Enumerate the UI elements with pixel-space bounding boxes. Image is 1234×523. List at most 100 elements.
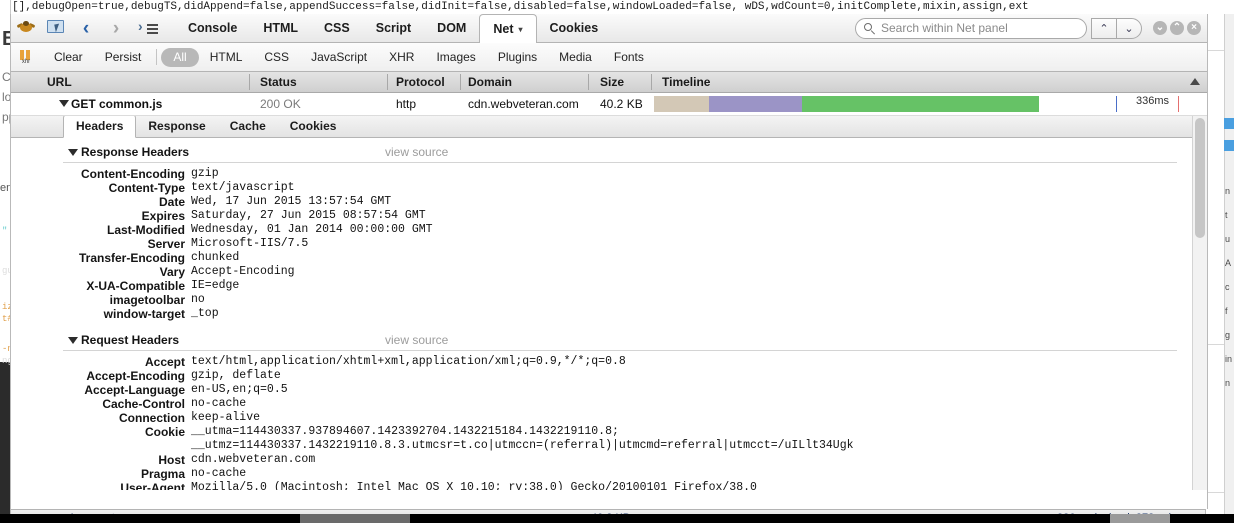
tab-html[interactable]: HTML <box>250 15 311 42</box>
bg-right-text-8: n <box>1225 378 1231 388</box>
tab-script[interactable]: Script <box>363 15 424 42</box>
filter-xhr[interactable]: XHR <box>378 48 425 67</box>
minimize-button[interactable]: ⌄ <box>1153 21 1167 35</box>
maximize-button[interactable]: ⌃ <box>1170 21 1184 35</box>
detail-tab-cache[interactable]: Cache <box>218 116 278 137</box>
xhr-indicator-icon[interactable]: xhr <box>17 49 35 66</box>
search-area: Search within Net panel ⌃ ⌄ ⌄ ⌃ × <box>855 17 1207 39</box>
persist-button[interactable]: Persist <box>94 48 153 67</box>
header-row: Cache-Control no-cache <box>63 397 1207 411</box>
clear-button[interactable]: Clear <box>43 48 94 67</box>
header-value: chunked <box>191 251 240 264</box>
header-name: Host <box>158 453 185 467</box>
filter-images[interactable]: Images <box>425 48 486 67</box>
detail-tab-response[interactable]: Response <box>136 116 217 137</box>
header-value: Microsoft-IIS/7.5 <box>191 237 309 250</box>
column-header-protocol[interactable]: Protocol <box>396 72 445 92</box>
command-line-icon[interactable]: › <box>131 15 165 41</box>
filter-html[interactable]: HTML <box>199 48 254 67</box>
dock-seg-4 <box>1110 514 1170 523</box>
row-url[interactable]: GET common.js <box>71 93 162 115</box>
header-name: Transfer-Encoding <box>78 251 185 265</box>
col-sep-5[interactable] <box>651 74 652 90</box>
chevron-down-icon[interactable]: ▾ <box>519 25 523 34</box>
col-sep-1[interactable] <box>249 74 250 90</box>
bg-right-text-6: g <box>1225 330 1231 340</box>
background-window-right: n t u A c f g in n <box>1206 14 1234 523</box>
header-name: Expires <box>141 209 185 223</box>
scroll-up-arrow-icon[interactable] <box>1190 78 1200 85</box>
search-input[interactable]: Search within Net panel <box>855 17 1087 39</box>
tab-css[interactable]: CSS <box>311 15 363 42</box>
header-name: Connection <box>119 411 185 425</box>
column-header-url[interactable]: URL <box>47 72 72 92</box>
search-next-button[interactable]: ⌄ <box>1116 17 1142 39</box>
header-name: Cache-Control <box>102 397 185 411</box>
view-source-link[interactable]: view source <box>385 332 448 349</box>
bg-right-text-4: c <box>1225 282 1230 292</box>
tab-net[interactable]: Net ▾ <box>479 14 537 43</box>
bg-right-rule-1 <box>1206 50 1224 51</box>
close-button[interactable]: × <box>1187 21 1201 35</box>
back-glyph: ‹ <box>82 17 90 39</box>
header-name: window-target <box>103 307 185 321</box>
column-header-status[interactable]: Status <box>260 72 297 92</box>
detail-tabs: Headers Response Cache Cookies <box>11 116 1207 138</box>
row-protocol: http <box>396 97 417 111</box>
tab-console[interactable]: Console <box>175 15 250 42</box>
tab-cookies[interactable]: Cookies <box>537 15 612 42</box>
filter-all[interactable]: All <box>161 47 199 67</box>
filter-javascript[interactable]: JavaScript <box>300 48 378 67</box>
row-status: 200 OK <box>260 97 301 111</box>
filter-plugins[interactable]: Plugins <box>487 48 548 67</box>
header-value: Wed, 17 Jun 2015 13:57:54 GMT <box>191 195 392 208</box>
column-header-timeline[interactable]: Timeline <box>662 72 710 92</box>
col-sep-2[interactable] <box>387 74 388 90</box>
header-value: no-cache <box>191 467 247 480</box>
response-header-list: Content-Encoding gzip Content-Type text/ja… <box>63 167 1207 321</box>
scrollbar-thumb[interactable] <box>1195 118 1205 238</box>
header-name: Content-Type <box>108 181 185 195</box>
view-source-link[interactable]: view source <box>385 144 448 161</box>
header-name: Accept-Encoding <box>86 369 185 383</box>
dock-seg-5 <box>1170 514 1234 523</box>
section-twisty-icon[interactable] <box>68 337 78 344</box>
header-value: no-cache <box>191 397 247 410</box>
header-row: Content-Type text/javascript <box>63 181 1207 195</box>
col-sep-4[interactable] <box>588 74 589 90</box>
xhr-icon-label: xhr <box>21 58 31 65</box>
forward-chevron-icon[interactable]: › <box>101 15 131 41</box>
row-expand-twisty-icon[interactable] <box>59 100 69 107</box>
timeline-tick-onload <box>1116 96 1118 112</box>
col-sep-3[interactable] <box>460 74 461 90</box>
header-row: Last-Modified Wednesday, 01 Jan 2014 00:0… <box>63 223 1207 237</box>
net-table-header: URL Status Protocol Domain Size Timeline <box>11 72 1207 93</box>
page-source-line: [],debugOpen=true,debugTS,didAppend=fals… <box>0 0 1234 14</box>
column-header-size[interactable]: Size <box>600 72 624 92</box>
screen-root: B Cr lo pp en " / gu iz t# -n ng n t u A… <box>0 0 1234 523</box>
column-header-domain[interactable]: Domain <box>468 72 512 92</box>
back-chevron-icon[interactable]: ‹ <box>71 15 101 41</box>
header-value: gzip <box>191 167 219 180</box>
detail-tab-cookies[interactable]: Cookies <box>278 116 349 137</box>
section-request-headers[interactable]: Request Headers view source <box>63 332 1177 351</box>
bg-right-rule-3 <box>1206 492 1224 493</box>
section-title: Response Headers <box>81 145 190 159</box>
detail-scrollbar[interactable] <box>1192 116 1207 490</box>
section-response-headers[interactable]: Response Headers view source <box>63 144 1177 163</box>
firebug-bug-icon[interactable] <box>11 15 41 41</box>
header-name: Vary <box>159 265 185 279</box>
table-row[interactable]: GET common.js 200 OK http cdn.webveteran… <box>11 93 1207 116</box>
tab-dom[interactable]: DOM <box>424 15 479 42</box>
filter-fonts[interactable]: Fonts <box>603 48 655 67</box>
detail-tab-headers[interactable]: Headers <box>63 116 137 138</box>
inspect-element-icon[interactable] <box>41 15 71 41</box>
section-twisty-icon[interactable] <box>68 149 78 156</box>
filter-media[interactable]: Media <box>548 48 603 67</box>
header-row: Host cdn.webveteran.com <box>63 453 1207 467</box>
bg-right-rule-2 <box>1206 344 1224 345</box>
dock-seg-3 <box>410 514 1110 523</box>
header-value: cdn.webveteran.com <box>191 453 316 466</box>
filter-css[interactable]: CSS <box>253 48 300 67</box>
search-prev-button[interactable]: ⌃ <box>1091 17 1117 39</box>
